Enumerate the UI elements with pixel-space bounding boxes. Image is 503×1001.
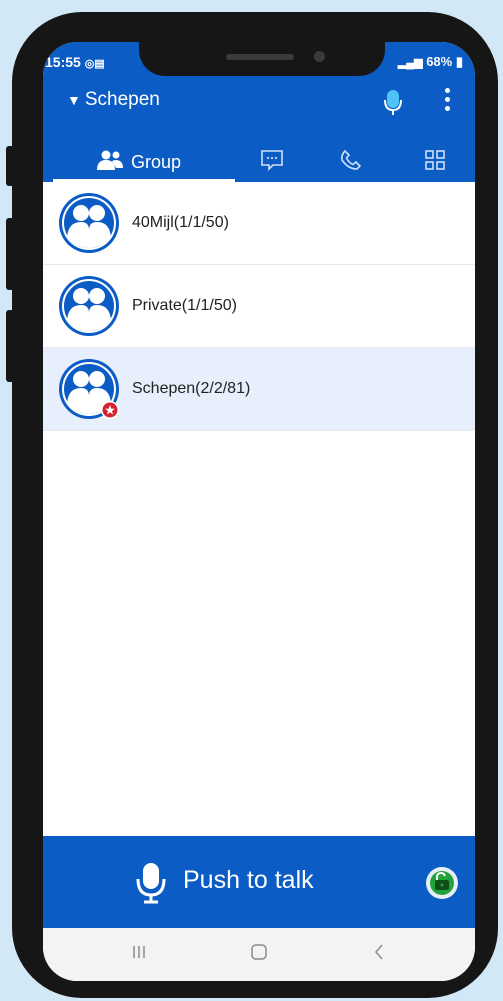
unlock-button[interactable] bbox=[425, 866, 459, 900]
group-row[interactable]: 40Mijl(1/1/50) bbox=[43, 182, 475, 265]
tab-more[interactable] bbox=[421, 142, 449, 182]
push-to-talk-label: Push to talk bbox=[183, 866, 314, 894]
unlock-icon bbox=[426, 867, 458, 899]
phone-notch bbox=[139, 42, 385, 76]
back-icon[interactable] bbox=[369, 942, 389, 962]
battery-percent: 68% bbox=[426, 54, 453, 69]
status-bar-right: ▂▄▆ 68% ▮ bbox=[398, 54, 463, 70]
phone-volume-down bbox=[6, 310, 14, 382]
speaker-grille bbox=[226, 54, 294, 60]
active-badge-icon bbox=[101, 401, 119, 419]
group-row[interactable]: Private(1/1/50) bbox=[43, 265, 475, 348]
status-bar-time: 15:55 ◎▤ bbox=[45, 54, 105, 70]
group-avatar-icon bbox=[58, 275, 120, 337]
phone-volume-up bbox=[6, 218, 14, 290]
battery-icon: ▮ bbox=[455, 54, 463, 69]
group-row-selected[interactable]: Schepen(2/2/81) bbox=[43, 348, 475, 431]
group-name: 40Mijl(1/1/50) bbox=[132, 214, 229, 231]
group-name: Schepen(2/2/81) bbox=[132, 380, 251, 397]
tab-calls[interactable] bbox=[337, 142, 365, 182]
page-title: Schepen bbox=[84, 89, 160, 110]
mic-icon[interactable] bbox=[383, 88, 403, 121]
push-to-talk-bar[interactable]: Push to talk bbox=[43, 836, 475, 928]
message-icon bbox=[260, 149, 284, 176]
front-camera bbox=[314, 51, 325, 62]
signal-icon: ▂▄▆ bbox=[397, 57, 423, 69]
phone-icon bbox=[340, 149, 362, 176]
tab-group-label: Group bbox=[130, 151, 182, 172]
channel-selector[interactable]: ▼ Schepen bbox=[67, 89, 160, 111]
push-to-talk-mic-icon bbox=[135, 861, 167, 910]
recent-apps-icon[interactable] bbox=[129, 942, 149, 962]
phone-screen: 15:55 ◎▤ ▂▄▆ 68% ▮ ▼ Schepen Group 40Mij… bbox=[43, 42, 475, 981]
whatsapp-icon: ◎▤ bbox=[84, 58, 105, 70]
phone-side-button bbox=[6, 146, 14, 186]
tab-group[interactable]: Group bbox=[43, 142, 235, 182]
home-icon[interactable] bbox=[249, 942, 269, 962]
group-list: 40Mijl(1/1/50) Private(1/1/50) Schepen(2… bbox=[43, 182, 475, 431]
group-name: Private(1/1/50) bbox=[132, 297, 237, 314]
grid-icon bbox=[424, 149, 446, 176]
group-avatar-icon bbox=[58, 358, 120, 420]
dropdown-caret-icon: ▼ bbox=[67, 92, 81, 108]
tab-bar: Group bbox=[43, 142, 475, 182]
overflow-menu-icon[interactable] bbox=[441, 88, 453, 114]
group-avatar-icon bbox=[58, 192, 120, 254]
tab-messages[interactable] bbox=[258, 142, 286, 182]
system-nav-bar bbox=[43, 928, 475, 981]
group-tab-icon bbox=[96, 150, 123, 175]
